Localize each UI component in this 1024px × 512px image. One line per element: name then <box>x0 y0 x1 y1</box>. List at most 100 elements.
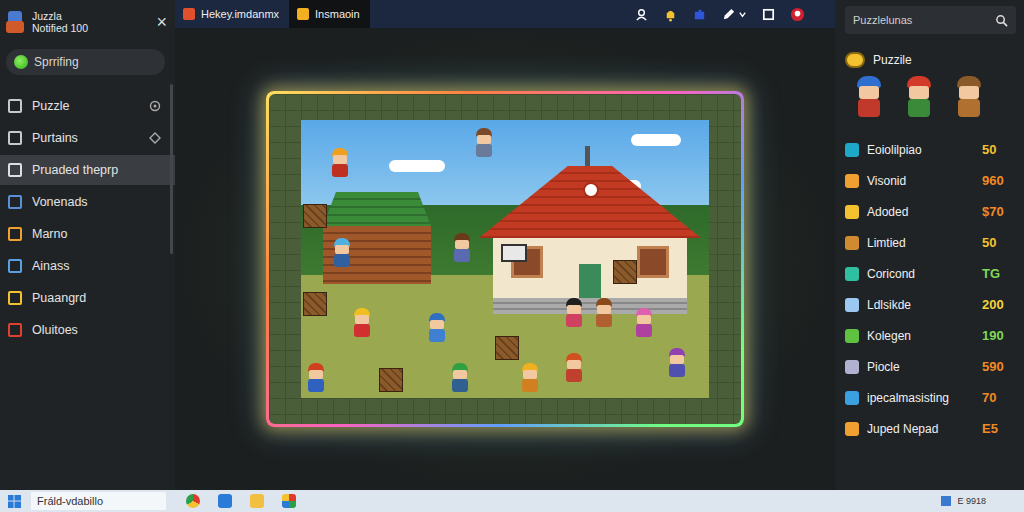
character-avatar-icon[interactable] <box>853 76 885 118</box>
row-label: Limtied <box>867 236 974 250</box>
user-icon[interactable] <box>634 7 649 22</box>
folder-icon[interactable] <box>250 494 264 508</box>
sidebar-item-label: Vonenads <box>32 195 161 209</box>
sidebar-item[interactable]: Puzzle <box>0 91 175 121</box>
game-frame <box>266 91 744 427</box>
row-value: 960 <box>982 173 1016 188</box>
panel-row[interactable]: Visonid 960 <box>845 165 1016 196</box>
tile-border <box>269 94 741 424</box>
character-avatar-icon[interactable] <box>903 76 935 118</box>
sidebar-item[interactable]: Pruaded theprp <box>0 155 175 185</box>
cloud <box>389 160 445 172</box>
main-row: JuzzlaNotified 100 × Sprrifing Puzzle Purtai… <box>0 0 1024 490</box>
app-header: JuzzlaNotified 100 × <box>0 0 175 39</box>
row-icon <box>845 143 859 157</box>
row-value: $70 <box>982 204 1016 219</box>
panel-row[interactable]: CoricondTG <box>845 258 1016 289</box>
house <box>479 146 701 316</box>
app-name: Juzzla <box>32 10 150 22</box>
sidebar-item[interactable]: Ainass <box>0 251 175 281</box>
panel-row[interactable]: Piocle 590 <box>845 351 1016 382</box>
character-sprite[interactable] <box>331 238 353 268</box>
puzzle-icon[interactable] <box>692 7 707 22</box>
row-value: 590 <box>982 359 1016 374</box>
character-sprite[interactable] <box>426 313 448 343</box>
character-sprite[interactable] <box>451 233 473 263</box>
row-label: Visonid <box>867 174 974 188</box>
app-titles: JuzzlaNotified 100 <box>32 10 150 34</box>
sidebar-item-label: Ainass <box>32 259 161 273</box>
character-sprite[interactable] <box>633 308 655 338</box>
panel-row[interactable]: Limtied50 <box>845 227 1016 258</box>
store-icon[interactable] <box>282 494 296 508</box>
panel-row[interactable]: ipecalmasisting 70 <box>845 382 1016 413</box>
app-logo-icon <box>6 11 26 33</box>
sidebar-search[interactable]: Sprrifing <box>6 49 165 75</box>
character-sprite[interactable] <box>329 148 351 178</box>
windows-logo-icon[interactable] <box>8 495 21 508</box>
close-button[interactable]: × <box>156 13 167 31</box>
item-icon <box>8 259 22 273</box>
panel-row[interactable]: Kolegen190 <box>845 320 1016 351</box>
panel-row[interactable]: Eoiolilpiao 50 <box>845 134 1016 165</box>
crate <box>303 292 327 316</box>
taskbar-search[interactable]: Fráld-vdabillo <box>31 492 166 510</box>
row-label: Eoiolilpiao <box>867 143 974 157</box>
sidebar-item[interactable]: Purtains <box>0 123 175 153</box>
row-icon <box>845 205 859 219</box>
character-sprite[interactable] <box>519 363 541 393</box>
pen-icon <box>721 7 736 22</box>
tab[interactable]: Insmaoin <box>289 0 370 28</box>
character-sprite[interactable] <box>593 298 615 328</box>
character-avatar-icon[interactable] <box>953 76 985 118</box>
network-icon[interactable] <box>941 496 951 506</box>
character-sprite[interactable] <box>449 363 471 393</box>
maximize-icon[interactable] <box>761 7 776 22</box>
bell-icon[interactable] <box>663 7 678 22</box>
row-icon <box>845 422 859 436</box>
sidebar-item[interactable]: Puaangrd <box>0 283 175 313</box>
character-sprite[interactable] <box>305 363 327 393</box>
row-label: Adoded <box>867 205 974 219</box>
edit-menu[interactable] <box>721 7 747 22</box>
tray-clock: E 9918 <box>957 496 986 506</box>
row-icon <box>845 174 859 188</box>
row-icon <box>845 360 859 374</box>
sidebar-scrollbar[interactable] <box>170 84 173 254</box>
character-sprite[interactable] <box>563 353 585 383</box>
sidebar-item[interactable]: Marno <box>0 219 175 249</box>
sidebar-item[interactable]: Vonenads <box>0 187 175 217</box>
character-sprite[interactable] <box>351 308 373 338</box>
item-icon <box>8 195 22 209</box>
panel-list: Eoiolilpiao50Visonid960Adoded$70Limtied5… <box>845 134 1016 444</box>
character-sprite[interactable] <box>473 128 495 158</box>
diamond-icon[interactable] <box>149 132 161 144</box>
panel-search[interactable]: Puzzlelunas <box>845 6 1016 34</box>
browser-icon[interactable] <box>186 494 200 508</box>
character-sprite[interactable] <box>563 298 585 328</box>
item-icon <box>8 227 22 241</box>
app-subtitle: Notified 100 <box>32 22 150 34</box>
row-label: Piocle <box>867 360 974 374</box>
game-stage <box>175 28 835 490</box>
profile-icon[interactable] <box>790 7 805 22</box>
taskbar-apps <box>186 494 931 508</box>
tab[interactable]: Hekey.imdanmx <box>175 0 289 28</box>
row-value: 50 <box>982 142 1016 157</box>
game-scene[interactable] <box>301 120 709 398</box>
sidebar-list: Puzzle Purtains Pruaded theprp Vonenads Marn… <box>0 91 175 345</box>
panel-row[interactable]: Adoded $70 <box>845 196 1016 227</box>
screen: JuzzlaNotified 100 × Sprrifing Puzzle Purtai… <box>0 0 1024 512</box>
sidebar-item[interactable]: Oluitoes <box>0 315 175 345</box>
row-value: 70 <box>982 390 1016 405</box>
character-sprite[interactable] <box>666 348 688 378</box>
toolbar <box>634 7 805 22</box>
sidebar-item-label: Purtains <box>32 131 139 145</box>
panel-row[interactable]: Juped NepadE5 <box>845 413 1016 444</box>
cloud <box>631 134 681 146</box>
app-icon[interactable] <box>218 494 232 508</box>
item-icon <box>8 99 22 113</box>
eye-icon[interactable] <box>149 100 161 112</box>
panel-row[interactable]: Ldlsikde200 <box>845 289 1016 320</box>
row-label: ipecalmasisting <box>867 391 974 405</box>
